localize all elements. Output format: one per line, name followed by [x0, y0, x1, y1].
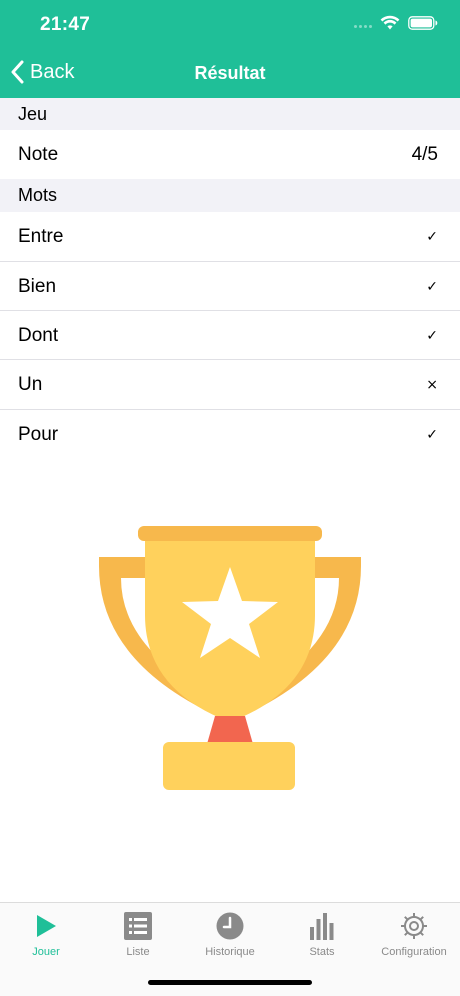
checkmark-icon: ✓	[426, 228, 438, 245]
tab-label: Liste	[126, 946, 150, 958]
word-row: Un ×	[0, 360, 460, 409]
section-header-words: Mots	[0, 179, 460, 212]
word-label: Dont	[18, 324, 59, 346]
cross-icon: ×	[426, 376, 438, 393]
trophy-icon	[99, 526, 361, 790]
tab-label: Stats	[309, 946, 335, 958]
cellular-signal-icon	[354, 16, 372, 30]
status-bar-icons	[354, 15, 438, 30]
section-header-game: Jeu	[0, 98, 460, 130]
play-icon	[37, 915, 56, 937]
word-row: Dont ✓	[0, 311, 460, 360]
clock-icon	[216, 912, 244, 940]
gear-icon	[401, 913, 427, 939]
tab-stats[interactable]: Stats	[276, 911, 368, 958]
word-label: Pour	[18, 423, 59, 445]
score-label: Note	[18, 143, 59, 165]
page-title: Résultat	[194, 63, 266, 83]
word-row: Entre ✓	[0, 212, 460, 261]
checkmark-icon: ✓	[426, 426, 438, 443]
tab-jouer[interactable]: Jouer	[0, 911, 92, 958]
list-icon	[124, 912, 152, 940]
tab-configuration[interactable]: Configuration	[368, 911, 460, 958]
navigation-header: 21:47 Back Résultat	[0, 0, 460, 98]
tab-label: Configuration	[381, 946, 447, 958]
score-row: Note 4/5	[0, 130, 460, 179]
word-row: Pour ✓	[0, 410, 460, 459]
score-value: 4/5	[411, 143, 438, 165]
checkmark-icon: ✓	[426, 278, 438, 295]
tab-label: Jouer	[32, 946, 60, 958]
tab-liste[interactable]: Liste	[92, 911, 184, 958]
status-bar-time: 21:47	[40, 14, 91, 35]
checkmark-icon: ✓	[426, 327, 438, 344]
bar-chart-icon	[310, 913, 334, 940]
word-label: Bien	[18, 275, 57, 297]
battery-icon	[408, 15, 438, 30]
word-label: Entre	[18, 225, 64, 247]
word-row: Bien ✓	[0, 262, 460, 311]
wifi-icon	[380, 15, 400, 30]
home-indicator	[148, 980, 312, 985]
tab-historique[interactable]: Historique	[184, 911, 276, 958]
tab-label: Historique	[205, 946, 255, 958]
word-label: Un	[18, 373, 43, 395]
